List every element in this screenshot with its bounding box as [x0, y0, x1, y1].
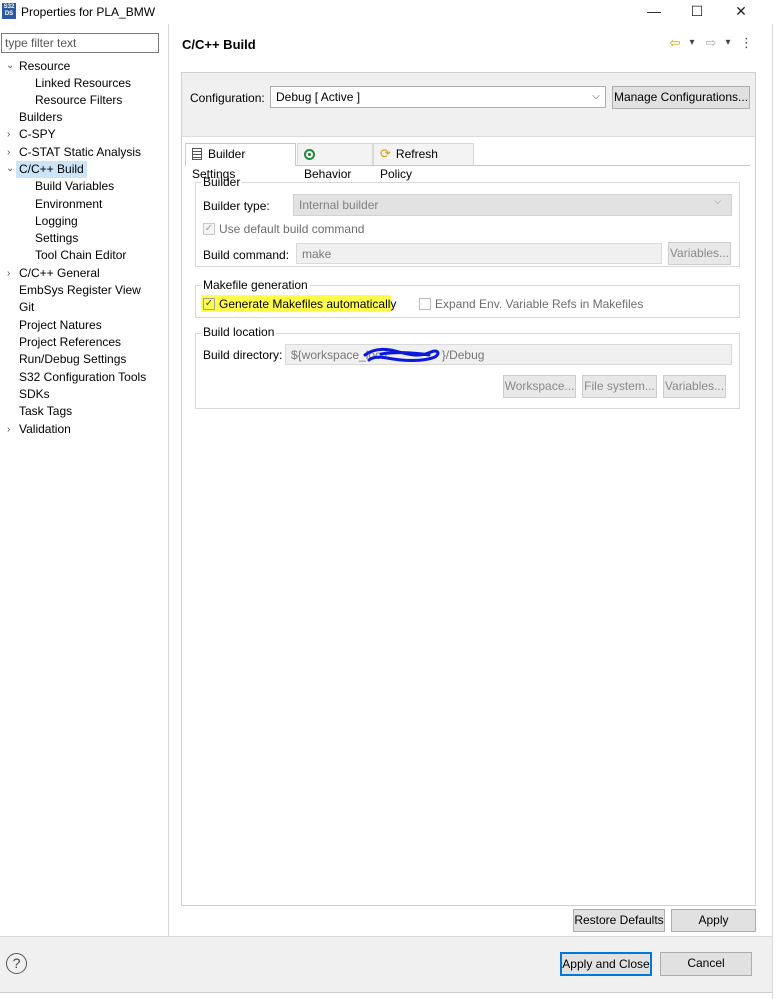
builder-type-label: Builder type:: [203, 199, 270, 213]
help-icon[interactable]: ?: [6, 953, 27, 974]
configuration-select[interactable]: Debug [ Active ]: [270, 86, 606, 108]
behavior-icon: [304, 149, 315, 160]
apply-button[interactable]: Apply: [671, 909, 756, 932]
tab-builder-settings[interactable]: Builder Settings: [185, 143, 296, 181]
restore-defaults-button[interactable]: Restore Defaults: [573, 909, 665, 932]
use-default-command-checkbox[interactable]: ✓: [203, 223, 215, 235]
expand-env-vars-checkbox[interactable]: [419, 298, 431, 310]
forward-arrow-icon[interactable]: ⇨: [703, 35, 719, 51]
tree-item-c-stat[interactable]: C-STAT Static Analysis: [19, 144, 141, 161]
tree-item-resource-filters[interactable]: Resource Filters: [35, 92, 122, 109]
tree-item-task-tags[interactable]: Task Tags: [19, 403, 72, 420]
chevron-down-icon[interactable]: ⌄: [6, 57, 16, 74]
tree-item-settings[interactable]: Settings: [35, 230, 78, 247]
build-directory-field[interactable]: ${workspace_loc:/}/Debug: [285, 344, 732, 365]
build-command-label: Build command:: [203, 248, 290, 262]
chevron-down-icon[interactable]: ⌵: [588, 87, 604, 107]
page-title: C/C++ Build: [182, 37, 256, 52]
generate-makefiles-checkbox[interactable]: ✓: [203, 298, 215, 310]
tab-content: [185, 165, 750, 905]
build-directory-label: Build directory:: [203, 348, 283, 362]
configuration-label: Configuration:: [190, 91, 265, 105]
tree-item-sdks[interactable]: SDKs: [19, 386, 50, 403]
makefile-generation-title: Makefile generation: [201, 278, 310, 292]
chevron-right-icon[interactable]: ›: [7, 126, 17, 143]
forward-dropdown-icon[interactable]: ▾: [722, 35, 734, 51]
expand-env-vars-label: Expand Env. Variable Refs in Makefiles: [435, 297, 644, 311]
background-edge: [0, 992, 772, 999]
tree-item-environment[interactable]: Environment: [35, 196, 102, 213]
chevron-down-icon: ⌵: [714, 196, 722, 207]
chevron-right-icon[interactable]: ›: [7, 265, 17, 282]
tab-label: Behavior: [304, 167, 352, 181]
generate-makefiles-label: Generate Makefiles automatically: [219, 297, 397, 311]
location-variables-button[interactable]: Variables...: [663, 375, 726, 398]
chevron-right-icon[interactable]: ›: [7, 421, 17, 438]
use-default-command-label: Use default build command: [219, 222, 365, 236]
minimize-button[interactable]: —: [633, 0, 675, 24]
build-command-field[interactable]: make: [296, 243, 662, 264]
tree-item-c-spy[interactable]: C-SPY: [19, 126, 56, 143]
builder-settings-icon: [192, 148, 202, 160]
dialog-button-bar: [0, 936, 772, 992]
workspace-button[interactable]: Workspace...: [503, 375, 576, 398]
apply-and-close-button[interactable]: Apply and Close: [560, 952, 652, 976]
back-arrow-icon[interactable]: ⇦: [667, 35, 683, 51]
back-dropdown-icon[interactable]: ▾: [686, 35, 698, 51]
tree-item-logging[interactable]: Logging: [35, 213, 78, 230]
file-system-button[interactable]: File system...: [582, 375, 657, 398]
cancel-button[interactable]: Cancel: [660, 952, 752, 976]
tree-item-builders[interactable]: Builders: [19, 109, 62, 126]
tree-item-validation[interactable]: Validation: [19, 421, 71, 438]
build-location-title: Build location: [201, 325, 277, 339]
tree-item-s32-configuration-tools[interactable]: S32 Configuration Tools: [19, 369, 146, 386]
chevron-down-icon[interactable]: ⌄: [6, 160, 16, 177]
manage-configurations-button[interactable]: Manage Configurations...: [612, 86, 750, 109]
tab-behavior[interactable]: Behavior: [297, 143, 373, 181]
tree-item-build-variables[interactable]: Build Variables: [35, 178, 114, 195]
tree-item-embsys-register-view[interactable]: EmbSys Register View: [19, 282, 141, 299]
app-logo-icon: S32 DS: [2, 3, 16, 19]
chevron-right-icon[interactable]: ›: [7, 144, 17, 161]
background-edge: [772, 24, 778, 999]
tree-item-run-debug-settings[interactable]: Run/Debug Settings: [19, 351, 126, 368]
builder-type-select[interactable]: Internal builder: [293, 194, 732, 216]
tab-refresh-policy[interactable]: ⟳ Refresh Policy: [373, 143, 474, 181]
view-menu-icon[interactable]: ⋮: [740, 35, 753, 51]
tree-item-project-natures[interactable]: Project Natures: [19, 317, 102, 334]
tree-item-cpp-general[interactable]: C/C++ General: [19, 265, 100, 282]
builder-variables-button[interactable]: Variables...: [668, 242, 731, 265]
tree-item-tool-chain-editor[interactable]: Tool Chain Editor: [35, 247, 126, 264]
refresh-policy-icon: ⟳: [380, 146, 391, 161]
tree-item-resource[interactable]: Resource: [19, 58, 70, 75]
close-button[interactable]: ✕: [720, 0, 762, 24]
tree-item-git[interactable]: Git: [19, 299, 34, 316]
build-directory-suffix: }/Debug: [441, 348, 485, 362]
tree-item-linked-resources[interactable]: Linked Resources: [35, 75, 131, 92]
redaction-scribble: [363, 347, 440, 362]
tree-item-project-references[interactable]: Project References: [19, 334, 121, 351]
filter-input[interactable]: [1, 33, 159, 53]
maximize-button[interactable]: ☐: [676, 0, 718, 24]
tree-item-cpp-build[interactable]: C/C++ Build: [16, 161, 87, 178]
window-title: Properties for PLA_BMW: [21, 5, 156, 19]
